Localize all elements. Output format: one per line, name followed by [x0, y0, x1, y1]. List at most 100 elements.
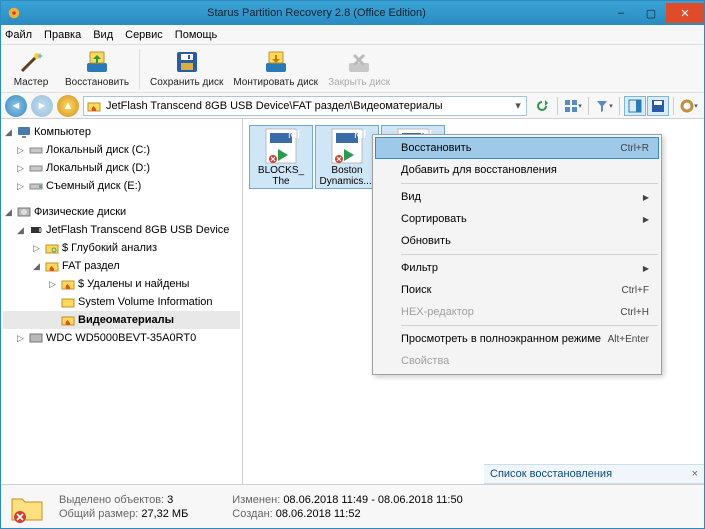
toolbar: Мастер Восстановить Сохранить диск Монти… — [1, 45, 704, 93]
filter-button[interactable]: ▾ — [593, 96, 615, 116]
menubar: Файл Правка Вид Сервис Помощь — [1, 25, 704, 45]
selected-value: 3 — [167, 494, 173, 506]
size-label: Общий размер: — [59, 508, 141, 520]
context-menu: ВосстановитьCtrl+R Добавить для восстано… — [372, 134, 662, 375]
svg-text:MP4: MP4 — [354, 129, 366, 141]
tree-panel[interactable]: ◢Компьютер ▷Локальный диск (C:) ▷Локальн… — [1, 119, 243, 484]
recovery-close-icon[interactable]: × — [692, 468, 698, 480]
drive-icon — [29, 143, 43, 157]
ctx-view[interactable]: Вид▶ — [375, 186, 659, 208]
ctx-fullscreen[interactable]: Просмотреть в полноэкранном режимеAlt+En… — [375, 328, 659, 350]
preview-toggle[interactable] — [624, 96, 646, 116]
tree-removable-e[interactable]: ▷Съемный диск (E:) — [3, 177, 240, 195]
close-disk-button: Закрыть диск — [328, 49, 390, 88]
up-button[interactable]: ▲ — [57, 95, 79, 117]
forward-button[interactable]: ► — [31, 95, 53, 117]
grid-icon — [564, 99, 578, 113]
ctx-filter[interactable]: Фильтр▶ — [375, 257, 659, 279]
recovery-panel-header[interactable]: Список восстановления × — [484, 464, 704, 484]
menu-edit[interactable]: Правка — [44, 29, 81, 41]
ctx-search[interactable]: ПоискCtrl+F — [375, 279, 659, 301]
mount-disk-icon — [263, 49, 289, 75]
folder-deleted-icon — [9, 489, 45, 525]
address-bar[interactable]: ▾ — [83, 96, 527, 116]
tree-jetflash[interactable]: ◢JetFlash Transcend 8GB USB Device — [3, 221, 240, 239]
nav-tools: ▾ ▾ ▾ — [531, 96, 700, 116]
tree-computer[interactable]: ◢Компьютер — [3, 123, 240, 141]
selected-label: Выделено объектов: — [59, 494, 167, 506]
computer-icon — [17, 125, 31, 139]
view-mode-button[interactable]: ▾ — [562, 96, 584, 116]
created-value: 08.06.2018 11:52 — [276, 508, 361, 520]
tree-deep-analysis[interactable]: ▷$ Глубокий анализ — [3, 239, 240, 257]
menu-service[interactable]: Сервис — [125, 29, 163, 41]
wizard-button[interactable]: Мастер — [7, 49, 55, 88]
drive-icon — [29, 161, 43, 175]
recovery-list-toggle[interactable] — [647, 96, 669, 116]
tree-video[interactable]: Видеоматериалы — [3, 311, 240, 329]
menu-help[interactable]: Помощь — [175, 29, 218, 41]
created-label: Создан: — [232, 508, 275, 520]
modified-value: 08.06.2018 11:49 - 08.06.2018 11:50 — [283, 494, 462, 506]
file-item[interactable]: MP4 BLOCKS_ The instrument ... — [249, 125, 313, 189]
tree-wdc[interactable]: ▷WDC WD5000BEVT-35A0RT0 — [3, 329, 240, 347]
navbar: ◄ ► ▲ ▾ ▾ ▾ ▾ — [1, 93, 704, 119]
gear-icon — [680, 99, 694, 113]
refresh-button[interactable] — [531, 96, 553, 116]
back-button[interactable]: ◄ — [5, 95, 27, 117]
hdd-icon — [17, 205, 31, 219]
modified-label: Изменен: — [232, 494, 283, 506]
maximize-button[interactable]: ▢ — [636, 3, 666, 23]
ctx-properties: Свойства — [375, 350, 659, 372]
mount-disk-button[interactable]: Монтировать диск — [233, 49, 318, 88]
hdd-icon — [29, 331, 43, 345]
folder-fire-icon — [45, 259, 59, 273]
options-button[interactable]: ▾ — [678, 96, 700, 116]
tree-svi[interactable]: System Volume Information — [3, 293, 240, 311]
ctx-add-recover[interactable]: Добавить для восстановления — [375, 159, 659, 181]
recovery-title: Список восстановления — [490, 468, 612, 480]
statusbar: Выделено объектов: 3 Общий размер: 27,32… — [1, 484, 704, 528]
app-icon — [7, 6, 21, 20]
ctx-hex: HEX-редакторCtrl+H — [375, 301, 659, 323]
floppy-icon — [651, 99, 665, 113]
tree-deleted[interactable]: ▷$ Удалены и найдены — [3, 275, 240, 293]
preview-icon — [628, 99, 642, 113]
titlebar: Starus Partition Recovery 2.8 (Office Ed… — [1, 1, 704, 25]
video-file-icon: MP4 — [262, 127, 300, 165]
folder-search-icon — [45, 241, 59, 255]
address-input[interactable] — [104, 97, 510, 115]
menu-file[interactable]: Файл — [5, 29, 32, 41]
save-disk-button[interactable]: Сохранить диск — [150, 49, 223, 88]
wand-icon — [18, 49, 44, 75]
svg-text:MP4: MP4 — [288, 129, 300, 141]
save-disk-icon — [174, 49, 200, 75]
close-button[interactable]: ✕ — [666, 3, 704, 23]
video-file-icon: MP4 — [328, 127, 366, 165]
folder-fire-icon — [61, 313, 75, 327]
refresh-icon — [535, 99, 549, 113]
menu-view[interactable]: Вид — [93, 29, 113, 41]
tree-local-c[interactable]: ▷Локальный диск (C:) — [3, 141, 240, 159]
ctx-recover[interactable]: ВосстановитьCtrl+R — [375, 137, 659, 159]
window-title: Starus Partition Recovery 2.8 (Office Ed… — [27, 7, 606, 19]
folder-fire-icon — [61, 277, 75, 291]
close-disk-icon — [346, 49, 372, 75]
ctx-sort[interactable]: Сортировать▶ — [375, 208, 659, 230]
recover-icon — [84, 49, 110, 75]
file-item[interactable]: MP4 Boston Dynamics.... — [315, 125, 379, 189]
usb-icon — [29, 223, 43, 237]
funnel-icon — [595, 99, 609, 113]
folder-fire-icon — [87, 99, 101, 113]
recover-button[interactable]: Восстановить — [65, 49, 129, 88]
address-dropdown[interactable]: ▾ — [510, 99, 526, 112]
ctx-refresh[interactable]: Обновить — [375, 230, 659, 252]
usb-drive-icon — [29, 179, 43, 193]
tree-physical[interactable]: ◢Физические диски — [3, 203, 240, 221]
tree-local-d[interactable]: ▷Локальный диск (D:) — [3, 159, 240, 177]
minimize-button[interactable]: – — [606, 3, 636, 23]
tree-fat[interactable]: ◢FAT раздел — [3, 257, 240, 275]
folder-icon — [61, 295, 75, 309]
toolbar-separator — [139, 49, 140, 89]
size-value: 27,32 МБ — [141, 508, 188, 520]
